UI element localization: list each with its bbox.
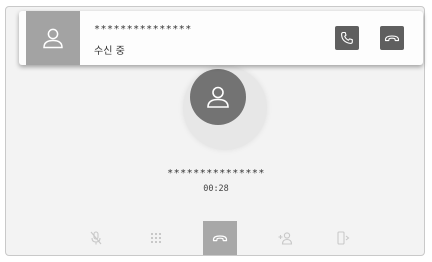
decline-call-button[interactable] [380,26,404,50]
banner-call-status: 수신 중 [94,46,125,57]
mute-button[interactable] [79,221,113,255]
banner-avatar [26,11,80,65]
person-icon [43,28,63,49]
phone-answer-icon [341,31,353,44]
add-person-icon [278,232,293,245]
caller-avatar [190,69,246,125]
answer-call-button[interactable] [335,26,359,50]
microphone-mute-icon [90,231,102,245]
call-duration: 00:28 [203,184,229,194]
caller-name: *************** [167,168,265,179]
keypad-icon [151,233,161,243]
add-call-button[interactable] [268,221,302,255]
phone-hangup-icon [212,235,228,242]
phone-hangup-icon [384,35,400,42]
end-call-button[interactable] [203,221,237,255]
banner-caller-name: *************** [94,24,192,35]
transfer-audio-icon [337,231,350,245]
keypad-button[interactable] [139,221,173,255]
person-icon [207,86,229,108]
transfer-audio-button[interactable] [326,221,360,255]
incoming-call-banner[interactable]: *************** 수신 중 [19,11,423,65]
